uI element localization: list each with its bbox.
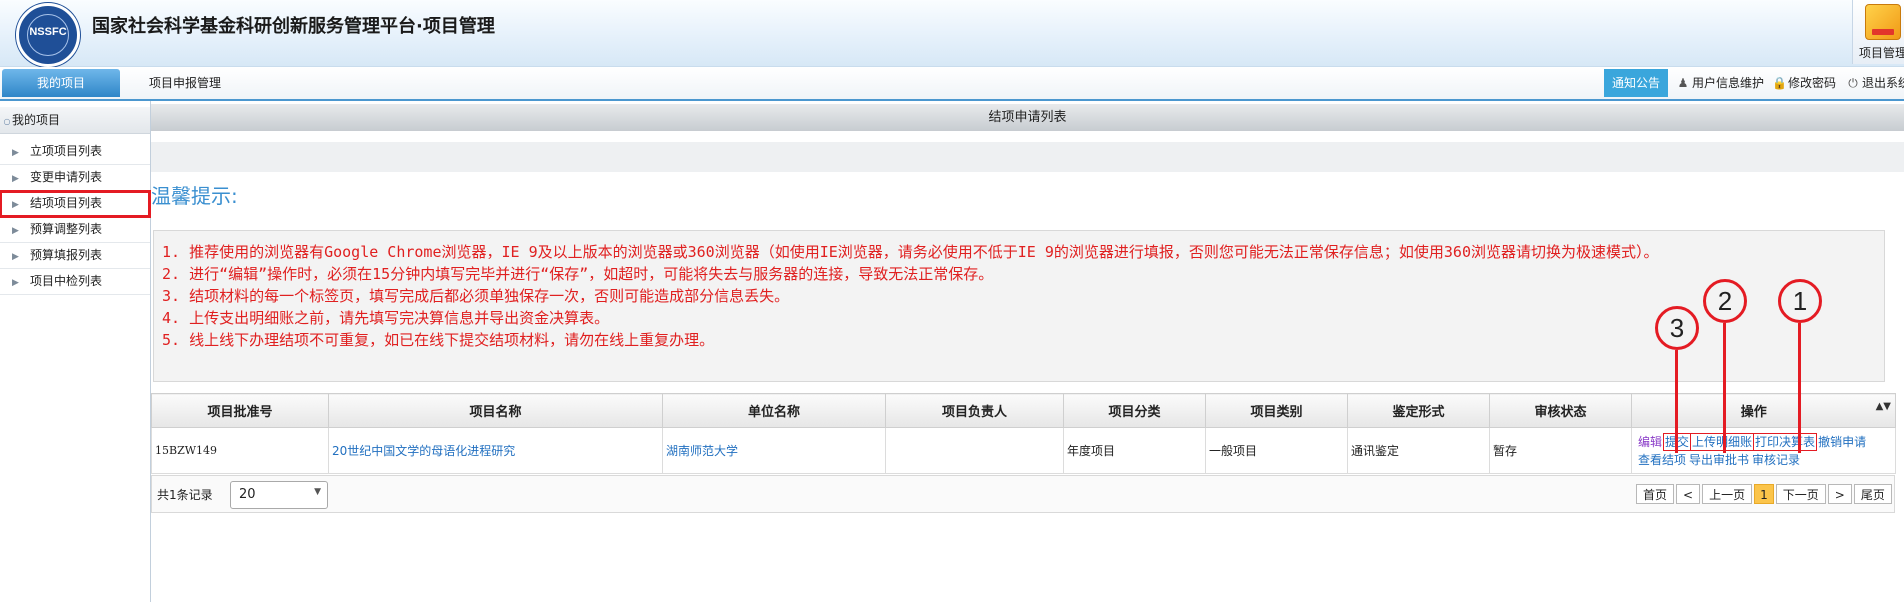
col-project-leader[interactable]: 项目负责人 bbox=[885, 393, 1064, 428]
sidebar-item-change-requests[interactable]: ▶ 变更申请列表 bbox=[0, 165, 150, 191]
sidebar-item-budget-adjustment[interactable]: ▶ 预算调整列表 bbox=[0, 217, 150, 243]
annotation-line-2 bbox=[1723, 323, 1726, 453]
prev-page-button[interactable]: 上一页 bbox=[1702, 484, 1753, 504]
triangle-right-icon: ▶ bbox=[12, 226, 19, 236]
table-row: 15BZW149 20世纪中国文学的母语化进程研究 湖南师范大学 年度项目 一般… bbox=[151, 427, 1896, 474]
app-header: NSSFC 国家社会科学基金科研创新服务管理平台·项目管理 项目管理 bbox=[0, 0, 1904, 67]
sort-icon[interactable]: ▲▼ bbox=[1876, 401, 1891, 412]
col-operations[interactable]: 操作 ▲▼ bbox=[1631, 393, 1896, 428]
tab-project-application[interactable]: 项目申报管理 bbox=[130, 69, 240, 97]
completion-table: 项目批准号 项目名称 单位名称 项目负责人 项目分类 项目类别 鉴定形式 审核状… bbox=[151, 393, 1896, 474]
table-footer: 共1条记录 20 ▼ 首页 < 上一页 1 下一页 > 尾页 bbox=[151, 475, 1895, 513]
col-appraisal-form[interactable]: 鉴定形式 bbox=[1347, 393, 1490, 428]
unit-name-link[interactable]: 湖南师范大学 bbox=[662, 427, 886, 474]
page-size-select[interactable]: 20 ▼ bbox=[230, 481, 328, 509]
col-review-status[interactable]: 审核状态 bbox=[1489, 393, 1632, 428]
col-project-type[interactable]: 项目类别 bbox=[1205, 393, 1348, 428]
platform-title: 国家社会科学基金科研创新服务管理平台·项目管理 bbox=[92, 16, 495, 37]
sidebar-item-budget-filling[interactable]: ▶ 预算填报列表 bbox=[0, 243, 150, 269]
tip-line: 1. 推荐使用的浏览器有Google Chrome浏览器，IE 9及以上版本的浏… bbox=[162, 243, 1659, 261]
print-statement-link[interactable]: 打印决算表 bbox=[1753, 432, 1818, 451]
cell-review-status: 暂存 bbox=[1489, 427, 1632, 474]
annotation-circle-3: 3 bbox=[1655, 306, 1699, 350]
sidebar-item-midterm-check[interactable]: ▶ 项目中检列表 bbox=[0, 269, 150, 295]
sidebar-item-approved-projects[interactable]: ▶ 立项项目列表 bbox=[0, 139, 150, 165]
next-arrow-button[interactable]: > bbox=[1827, 484, 1852, 504]
pagination: 首页 < 上一页 1 下一页 > 尾页 bbox=[1636, 484, 1892, 504]
list-title: 结项申请列表 bbox=[151, 104, 1904, 131]
export-approval-link[interactable]: 导出审批书 bbox=[1689, 453, 1749, 467]
folder-icon bbox=[1865, 4, 1901, 40]
power-icon: ⏻ bbox=[1848, 76, 1858, 90]
sidebar-heading: ○ 我的项目 bbox=[0, 107, 150, 134]
tip-line: 5. 线上线下办理结项不可重复，如已在线下提交结项材料，请勿在线上重复办理。 bbox=[162, 331, 715, 349]
first-page-button[interactable]: 首页 bbox=[1636, 484, 1675, 504]
chevron-down-icon: ▼ bbox=[314, 487, 321, 497]
view-completion-link[interactable]: 查看结项 bbox=[1638, 453, 1686, 467]
logout-link[interactable]: ⏻退出系统 bbox=[1846, 69, 1904, 97]
tip-line: 3. 结项材料的每一个标签页，填写完成后都必须单独保存一次，否则可能造成部分信息… bbox=[162, 287, 790, 305]
nssfc-logo: NSSFC bbox=[16, 3, 80, 67]
cell-approval-no: 15BZW149 bbox=[151, 427, 329, 474]
col-unit-name[interactable]: 单位名称 bbox=[662, 393, 886, 428]
page-1-button[interactable]: 1 bbox=[1754, 484, 1774, 504]
annotation-line-3 bbox=[1675, 350, 1678, 453]
notice-button[interactable]: 通知公告 bbox=[1604, 69, 1668, 97]
tip-line: 4. 上传支出明细账之前，请先填写完决算信息并导出资金决算表。 bbox=[162, 309, 610, 327]
triangle-right-icon: ▶ bbox=[12, 278, 19, 288]
annotation-circle-2: 2 bbox=[1703, 279, 1747, 323]
last-page-button[interactable]: 尾页 bbox=[1853, 484, 1892, 504]
triangle-right-icon: ▶ bbox=[12, 148, 19, 158]
review-record-link[interactable]: 审核记录 bbox=[1752, 453, 1800, 467]
main-content: 结项申请列表 温馨提示: 1. 推荐使用的浏览器有Google Chrome浏览… bbox=[151, 101, 1904, 602]
sidebar: ○ 我的项目 ▶ 立项项目列表 ▶ 变更申请列表 ▶ 结项项目列表 ▶ 预算调整列表 ▶ 预… bbox=[0, 101, 151, 602]
sidebar-item-completion-projects[interactable]: ▶ 结项项目列表 bbox=[0, 190, 151, 218]
tip-line: 2. 进行“编辑”操作时，必须在15分钟内填写完毕并进行“保存”，如超时，可能将… bbox=[162, 265, 994, 283]
bullet-icon: ○ bbox=[3, 117, 11, 126]
revoke-application-link[interactable]: 撤销申请 bbox=[1818, 435, 1866, 449]
triangle-right-icon: ▶ bbox=[12, 252, 19, 262]
tips-title: 温馨提示: bbox=[151, 184, 238, 208]
prev-arrow-button[interactable]: < bbox=[1676, 484, 1701, 504]
project-management-label: 项目管理 bbox=[1859, 46, 1904, 60]
cell-operations: 编辑提交上传明细账打印决算表撤销申请 查看结项导出审批书审核记录 bbox=[1631, 427, 1896, 474]
cell-project-type: 一般项目 bbox=[1205, 427, 1348, 474]
col-project-name[interactable]: 项目名称 bbox=[328, 393, 663, 428]
cell-project-category: 年度项目 bbox=[1063, 427, 1206, 474]
triangle-right-icon: ▶ bbox=[12, 200, 19, 210]
project-leader-link[interactable] bbox=[885, 427, 1064, 474]
user-icon: ♟ bbox=[1677, 76, 1689, 90]
user-info-link[interactable]: ♟ 用户信息维护 bbox=[1676, 69, 1764, 97]
next-page-button[interactable]: 下一页 bbox=[1775, 484, 1826, 504]
project-name-link[interactable]: 20世纪中国文学的母语化进程研究 bbox=[328, 427, 663, 474]
col-approval-no[interactable]: 项目批准号 bbox=[151, 393, 329, 428]
lock-icon: 🔒 bbox=[1772, 76, 1787, 90]
cell-appraisal-form: 通讯鉴定 bbox=[1347, 427, 1490, 474]
main-nav: 我的项目 项目申报管理 通知公告 ♟用户信息维护 🔒修改密码 ⏻退出系统 bbox=[0, 67, 1904, 101]
edit-link[interactable]: 编辑 bbox=[1638, 435, 1662, 449]
annotation-line-1 bbox=[1798, 323, 1801, 453]
tips-box: 1. 推荐使用的浏览器有Google Chrome浏览器，IE 9及以上版本的浏… bbox=[153, 230, 1885, 382]
table-header-row: 项目批准号 项目名称 单位名称 项目负责人 项目分类 项目类别 鉴定形式 审核状… bbox=[151, 393, 1896, 428]
project-management-button[interactable]: 项目管理 bbox=[1852, 0, 1904, 64]
triangle-right-icon: ▶ bbox=[12, 174, 19, 184]
tab-my-projects[interactable]: 我的项目 bbox=[2, 69, 120, 97]
change-password-link[interactable]: 🔒修改密码 bbox=[1772, 69, 1836, 97]
col-project-category[interactable]: 项目分类 bbox=[1063, 393, 1206, 428]
toolbar-strip bbox=[151, 142, 1904, 172]
annotation-circle-1: 1 bbox=[1778, 279, 1822, 323]
record-count: 共1条记录 bbox=[157, 488, 213, 502]
